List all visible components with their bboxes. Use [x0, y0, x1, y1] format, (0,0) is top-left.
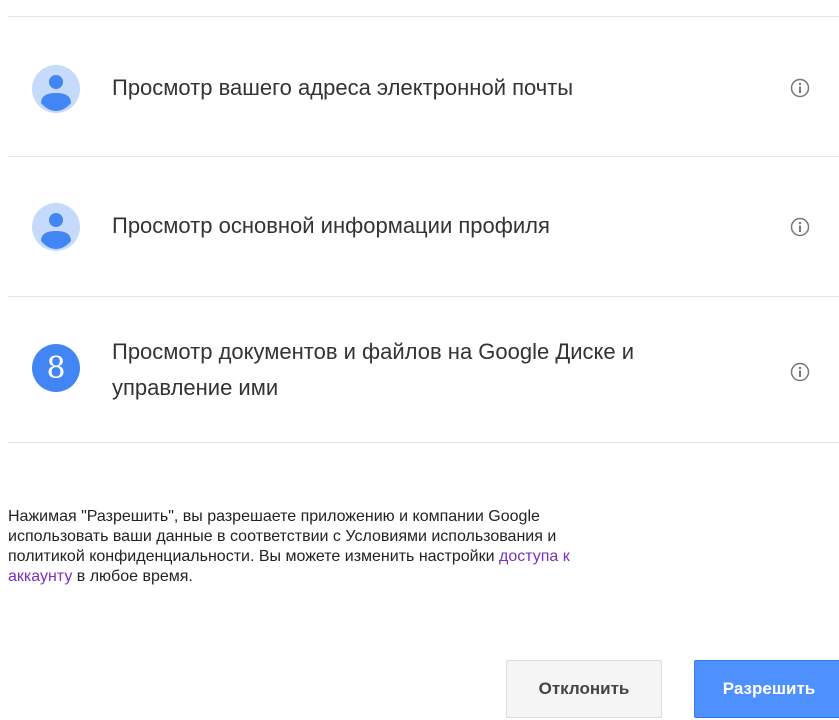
- permission-item-profile: Просмотр основной информации профиля: [8, 196, 839, 256]
- google-glyph: 8: [46, 351, 65, 386]
- consent-line: политикой конфиденциальности. Вы можете …: [8, 548, 570, 565]
- consent-text: Нажимая "Разрешить", вы разрешаете прило…: [8, 507, 788, 587]
- permission-label-line1: Просмотр документов и файлов на Google Д…: [112, 339, 635, 364]
- divider: [8, 156, 839, 157]
- permission-item-drive: 8 Просмотр документов и файлов на Google…: [8, 334, 839, 414]
- permission-item-email: Просмотр вашего адреса электронной почты: [8, 58, 839, 118]
- permission-label: Просмотр вашего адреса электронной почты: [112, 75, 574, 100]
- consent-line: аккаунту в любое время.: [8, 568, 193, 585]
- info-icon[interactable]: [790, 362, 810, 382]
- consent-line: использовать ваши данные в соответствии …: [8, 528, 557, 545]
- person-icon: [32, 65, 80, 113]
- divider: [8, 16, 839, 17]
- account-access-link[interactable]: доступа к: [499, 548, 570, 565]
- consent-line: Нажимая "Разрешить", вы разрешаете прило…: [8, 508, 540, 525]
- info-icon[interactable]: [790, 217, 810, 237]
- deny-button[interactable]: Отклонить: [506, 660, 662, 718]
- divider: [8, 442, 839, 443]
- allow-button[interactable]: Разрешить: [694, 660, 839, 718]
- permission-label: Просмотр документов и файлов на Google Д…: [112, 336, 634, 404]
- account-access-link[interactable]: аккаунту: [8, 568, 72, 585]
- google-plus-g-icon: 8: [32, 344, 80, 392]
- divider: [8, 296, 839, 297]
- person-icon: [32, 203, 80, 251]
- info-icon[interactable]: [790, 78, 810, 98]
- permission-label: Просмотр основной информации профиля: [112, 213, 550, 238]
- permission-label-line2: управление ими: [112, 375, 279, 400]
